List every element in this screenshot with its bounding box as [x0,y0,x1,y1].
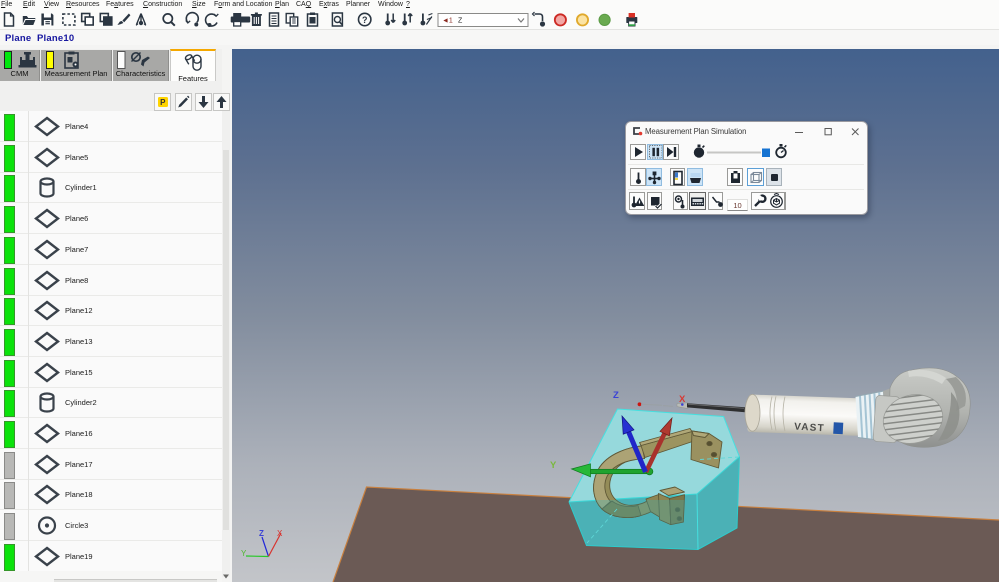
svg-text:Y: Y [241,549,247,558]
svg-text:Z: Z [259,529,264,538]
svg-text:?: ? [362,15,368,25]
svg-text:VAST: VAST [794,422,825,435]
svg-text:◄1: ◄1 [442,18,453,25]
svg-text:Z: Z [613,390,619,401]
svg-text:Y: Y [550,460,557,471]
svg-text:X: X [277,529,283,538]
svg-text:Z: Z [458,18,463,25]
